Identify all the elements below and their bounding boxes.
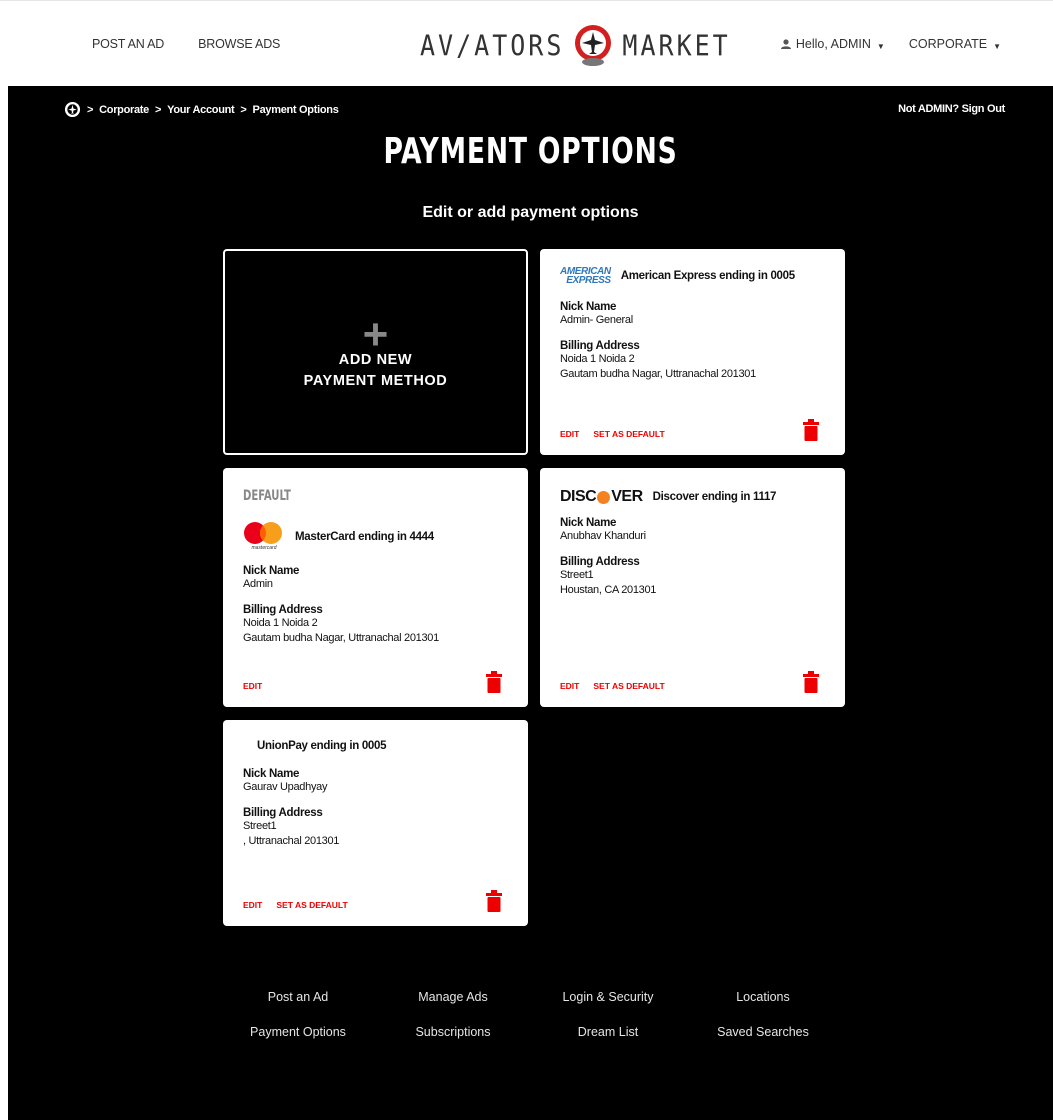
breadcrumb: > Corporate > Your Account > Payment Opt…: [64, 101, 339, 118]
trash-icon[interactable]: [803, 671, 819, 693]
account-greeting: Hello, ADMIN: [795, 37, 871, 51]
edit-link[interactable]: EDIT: [243, 681, 262, 691]
nick-name-label: Nick Name: [243, 768, 300, 780]
breadcrumb-separator: >: [87, 103, 94, 116]
billing-address-line2: Gautam budha Nagar, Uttranachal 201301: [243, 632, 439, 644]
site-header: POST AN AD BROWSE ADS AV/ATORS MARKET He…: [0, 0, 1053, 86]
trash-icon[interactable]: [486, 890, 502, 912]
payment-card-discover: DISC VER Discover ending in 1117 Nick Na…: [540, 468, 845, 707]
breadcrumb-your-account[interactable]: Your Account: [167, 104, 235, 116]
set-default-link[interactable]: SET AS DEFAULT: [593, 681, 664, 691]
footer-row: Payment Options Subscriptions Dream List…: [8, 1025, 1053, 1039]
corporate-label: CORPORATE: [908, 37, 988, 51]
site-logo[interactable]: AV/ATORS MARKET: [420, 19, 731, 71]
billing-address-label: Billing Address: [560, 340, 640, 352]
account-menu[interactable]: Hello, ADMIN ▼: [780, 37, 885, 51]
breadcrumb-separator: >: [240, 103, 247, 116]
corporate-menu[interactable]: CORPORATE ▼: [909, 37, 1001, 51]
billing-address-line1: Noida 1 Noida 2: [560, 353, 635, 365]
payment-card-mastercard: DEFAULT mastercard MasterCard ending in …: [223, 468, 528, 707]
card-title: UnionPay ending in 0005: [257, 740, 387, 752]
footer-link-locations[interactable]: Locations: [686, 990, 841, 1004]
footer-link-subscriptions[interactable]: Subscriptions: [376, 1025, 531, 1039]
footer-link-saved-searches[interactable]: Saved Searches: [686, 1025, 841, 1039]
amex-logo-line2: EXPRESS: [566, 275, 611, 286]
footer-links: Post an Ad Manage Ads Login & Security L…: [8, 990, 1053, 1039]
nick-name-value: Admin: [243, 578, 273, 590]
billing-address-line2: Gautam budha Nagar, Uttranachal 201301: [560, 368, 756, 380]
airplane-logo-icon: [575, 25, 612, 66]
discover-logo-dot: [597, 490, 611, 504]
mastercard-logo-word: mastercard: [251, 545, 277, 551]
discover-logo-part2: VER: [611, 488, 643, 505]
breadcrumb-payment-options: Payment Options: [252, 103, 339, 116]
nick-name-label: Nick Name: [560, 301, 617, 313]
set-default-link[interactable]: SET AS DEFAULT: [593, 429, 664, 439]
footer-link-manage-ads[interactable]: Manage Ads: [376, 990, 531, 1004]
nick-name-value: Anubhav Khanduri: [560, 530, 646, 542]
billing-address-label: Billing Address: [560, 556, 640, 568]
nick-name-label: Nick Name: [560, 517, 617, 529]
discover-logo-part1: DISC: [560, 488, 597, 505]
amex-logo-icon: AMERICAN EXPRESS: [560, 267, 611, 286]
breadcrumb-separator: >: [155, 103, 162, 116]
trash-icon[interactable]: [486, 671, 502, 693]
discover-logo-icon: DISC VER: [560, 488, 643, 506]
footer-link-dream-list[interactable]: Dream List: [531, 1025, 686, 1039]
footer-link-post-ad[interactable]: Post an Ad: [221, 990, 376, 1004]
card-actions: EDIT SET AS DEFAULT: [243, 900, 348, 910]
home-logo-icon[interactable]: [64, 101, 81, 118]
add-card-line1: ADD NEW: [338, 352, 413, 368]
chevron-down-icon: ▼: [876, 41, 885, 51]
logo-text-left: AV/ATORS: [420, 28, 565, 62]
card-header: UnionPay ending in 0005: [257, 740, 387, 752]
user-icon: [780, 39, 791, 49]
billing-address-line1: Street1: [243, 820, 277, 832]
post-ad-link[interactable]: POST AN AD: [92, 37, 164, 51]
add-payment-method-button[interactable]: + ADD NEW PAYMENT METHOD: [223, 249, 528, 455]
page-subtitle: Edit or add payment options: [422, 204, 639, 221]
card-actions: EDIT SET AS DEFAULT: [560, 681, 665, 691]
billing-address-label: Billing Address: [243, 604, 323, 616]
breadcrumb-corporate[interactable]: Corporate: [99, 104, 149, 116]
plus-icon: +: [362, 310, 389, 359]
chevron-down-icon: ▼: [993, 41, 1001, 51]
edit-link[interactable]: EDIT: [560, 429, 579, 439]
card-title: Discover ending in 1117: [652, 491, 777, 503]
card-actions: EDIT SET AS DEFAULT: [560, 429, 665, 439]
set-default-link[interactable]: SET AS DEFAULT: [276, 900, 347, 910]
footer-row: Post an Ad Manage Ads Login & Security L…: [8, 990, 1053, 1004]
card-header: DISC VER Discover ending in 1117: [560, 488, 776, 506]
billing-address-line1: Noida 1 Noida 2: [243, 617, 318, 629]
browse-ads-link[interactable]: BROWSE ADS: [198, 37, 280, 51]
nick-name-value: Admin- General: [560, 314, 633, 326]
nick-name-value: Gaurav Upadhyay: [243, 781, 328, 793]
header-nav-right: Hello, ADMIN ▼ CORPORATE ▼: [780, 37, 1001, 51]
add-card-line2: PAYMENT METHOD: [303, 373, 448, 389]
payment-card-amex: AMERICAN EXPRESS American Express ending…: [540, 249, 845, 455]
billing-address-line1: Street1: [560, 569, 594, 581]
page-title: PAYMENT OPTIONS: [383, 131, 678, 172]
card-header: mastercard MasterCard ending in 4444: [243, 521, 434, 553]
edit-link[interactable]: EDIT: [560, 681, 579, 691]
card-title: MasterCard ending in 4444: [295, 531, 434, 543]
footer-link-payment-options[interactable]: Payment Options: [221, 1025, 376, 1039]
card-title: American Express ending in 0005: [620, 270, 795, 282]
header-nav-left: POST AN AD BROWSE ADS: [92, 37, 280, 51]
main-content: > Corporate > Your Account > Payment Opt…: [8, 86, 1053, 1120]
edit-link[interactable]: EDIT: [243, 900, 262, 910]
card-actions: EDIT: [243, 681, 262, 691]
payment-card-unionpay: UnionPay ending in 0005 Nick Name Gaurav…: [223, 720, 528, 926]
billing-address-label: Billing Address: [243, 807, 323, 819]
nick-name-label: Nick Name: [243, 565, 300, 577]
sign-out-link[interactable]: Not ADMIN? Sign Out: [898, 103, 1005, 115]
billing-address-line2: , Uttranachal 201301: [243, 835, 340, 847]
footer-link-login-security[interactable]: Login & Security: [531, 990, 686, 1004]
default-badge: DEFAULT: [243, 488, 291, 504]
card-header: AMERICAN EXPRESS American Express ending…: [560, 267, 795, 286]
trash-icon[interactable]: [803, 419, 819, 441]
billing-address-line2: Houstan, CA 201301: [560, 584, 657, 596]
mastercard-logo-icon: mastercard: [243, 521, 285, 553]
logo-text-right: MARKET: [622, 28, 731, 62]
